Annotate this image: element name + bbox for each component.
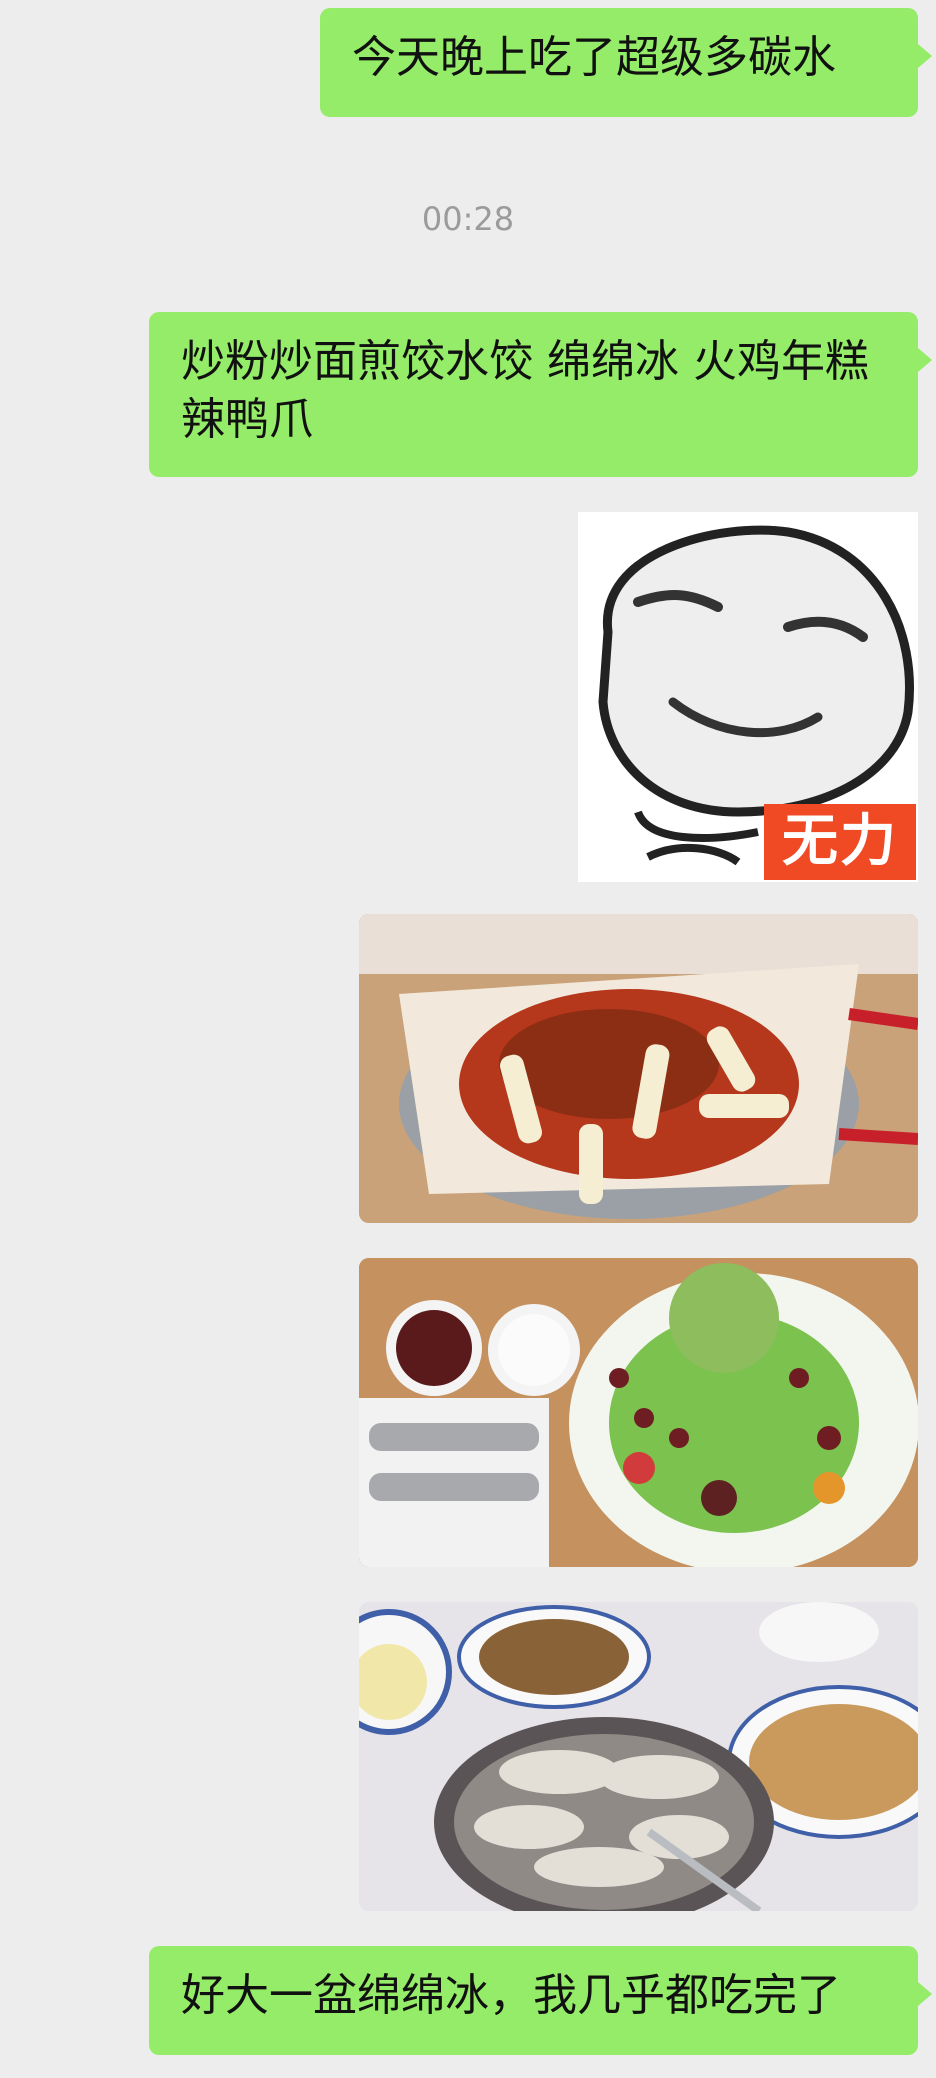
message-bubble-1[interactable]: 今天晚上吃了超级多碳水: [320, 8, 932, 117]
sticker-image[interactable]: 无力: [578, 512, 918, 882]
message-text: 好大一盆绵绵冰，我几乎都吃完了: [181, 1970, 841, 2021]
sticker-caption: 无力: [764, 804, 916, 880]
chat-photo-spicy-dish[interactable]: [359, 914, 918, 1223]
photo-noodles-dumplings: [359, 1602, 918, 1911]
message-bubble-2[interactable]: 炒粉炒面煎饺水饺 绵绵冰 火鸡年糕辣鸭爪: [149, 312, 932, 477]
message-bubble-3[interactable]: 好大一盆绵绵冰，我几乎都吃完了: [149, 1946, 932, 2055]
chat-photo-noodles-dumplings[interactable]: [359, 1602, 918, 1911]
chat-timestamp: 00:28: [421, 200, 515, 238]
photo-spicy-dish: [359, 914, 918, 1223]
message-text: 今天晚上吃了超级多碳水: [352, 32, 836, 83]
chat-photo-bingsu[interactable]: [359, 1258, 918, 1567]
photo-bingsu: [359, 1258, 918, 1567]
message-text: 炒粉炒面煎饺水饺 绵绵冰 火鸡年糕辣鸭爪: [181, 336, 869, 445]
